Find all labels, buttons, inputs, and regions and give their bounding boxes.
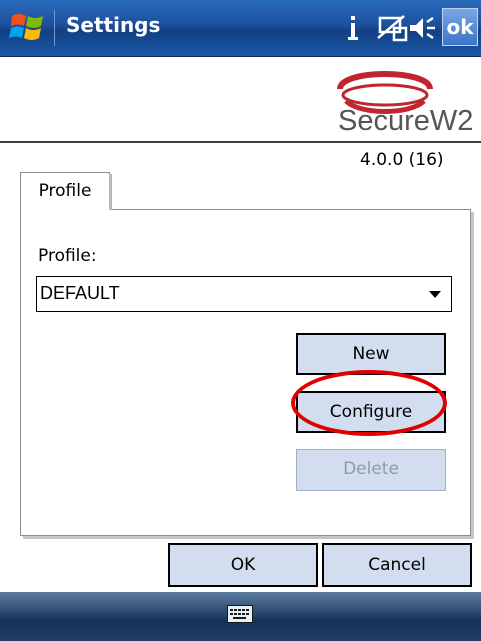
delete-button: Delete (296, 449, 446, 491)
cancel-button[interactable]: Cancel (322, 543, 472, 587)
ok-button[interactable]: OK (168, 543, 318, 587)
window-title: Settings (66, 13, 161, 37)
configure-button[interactable]: Configure (296, 391, 446, 433)
tab-profile[interactable]: Profile (20, 172, 110, 210)
new-button[interactable]: New (296, 333, 446, 375)
menu-bar (0, 592, 481, 641)
keyboard-icon[interactable] (227, 605, 253, 623)
profile-dropdown[interactable]: DEFAULT (36, 276, 452, 312)
logo-banner: SecureW2 (0, 57, 481, 143)
title-separator (54, 10, 55, 46)
windows-start-icon[interactable] (8, 10, 48, 46)
signal-icon[interactable] (346, 12, 360, 48)
title-ok-button[interactable]: ok (442, 8, 478, 46)
brand-name: SecureW2 (338, 105, 474, 137)
title-bar: Settings ok (0, 0, 481, 57)
network-icon[interactable] (376, 12, 408, 48)
volume-icon[interactable] (408, 12, 438, 48)
profile-label: Profile: (38, 246, 97, 266)
profile-dropdown-value: DEFAULT (40, 283, 120, 303)
chevron-down-icon[interactable] (429, 291, 441, 298)
version-label: 4.0.0 (16) (360, 150, 444, 170)
tab-shadow (109, 174, 112, 210)
